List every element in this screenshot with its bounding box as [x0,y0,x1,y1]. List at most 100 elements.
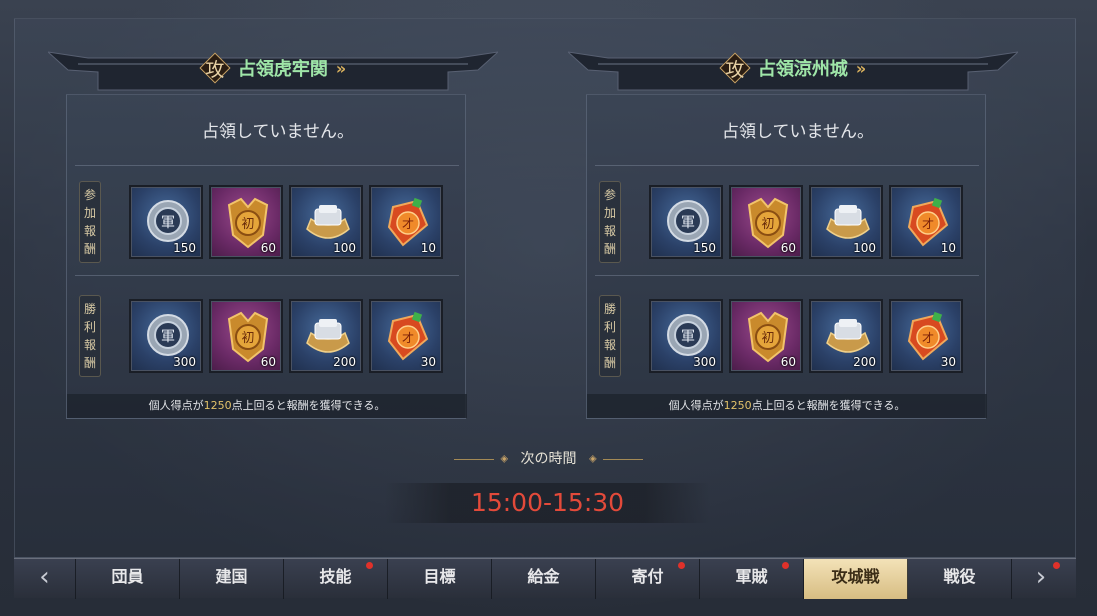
label-char: 勝 [83,302,96,316]
reward-item[interactable]: 才 30 [889,299,963,373]
reward-item[interactable]: 才 30 [369,299,443,373]
item-quantity: 30 [940,355,956,369]
tab-item[interactable]: 戦役 [908,559,1012,599]
label-char: 酬 [83,356,96,370]
label-char: 加 [83,206,96,220]
label-char: 酬 [83,242,96,256]
item-quantity: 60 [780,355,796,369]
item-quantity: 100 [333,241,356,255]
double-chevron-right-icon: » [855,58,867,78]
label-char: 利 [603,320,616,334]
panel-title[interactable]: 攻占領虎牢関 » [48,50,498,86]
tab-item[interactable]: 団員 [76,559,180,599]
double-chevron-right-icon: » [335,58,347,78]
tab-next-button[interactable]: › [1012,559,1070,599]
reward-item[interactable]: 才 10 [889,185,963,259]
reward-item[interactable]: 200 [809,299,883,373]
item-quantity: 10 [420,241,436,255]
item-quantity: 200 [333,355,356,369]
tab-item[interactable]: 建国 [180,559,284,599]
tab-prev-button[interactable]: ‹ [14,559,76,599]
item-quantity: 200 [853,355,876,369]
svg-text:初: 初 [241,331,254,346]
reward-condition-note: 個人得点が1250点上回ると報酬を獲得できる。 [67,394,467,418]
tab-label: 攻城戦 [831,567,880,586]
label-char: 利 [83,320,96,334]
attack-badge-icon: 攻 [199,52,231,84]
reward-item[interactable]: 初 60 [729,299,803,373]
reward-item[interactable]: 200 [289,299,363,373]
label-char: 報 [83,338,96,352]
reward-item[interactable]: 才 10 [369,185,443,259]
bottom-tab-bar: ‹ 団員 建国 技能 目標 給金 寄付 軍賊 攻城戦 戦役 › [14,558,1076,599]
item-quantity: 60 [260,241,276,255]
next-time-header: ◈ 次の時間 ◈ [0,448,1097,468]
panel-body: 占領していません。参加報酬軍 150 初 60 100 才 10 勝利報酬軍 300 初 60 200… [66,94,467,419]
occupation-status: 占領していません。 [202,122,354,142]
svg-text:軍: 軍 [681,215,695,231]
reward-item[interactable]: 初 60 [729,185,803,259]
label-char: 参 [83,188,96,202]
castle-name: 占領虎牢関 [237,59,328,80]
divider [595,275,979,276]
reward-row-label: 参加報酬 [79,181,101,263]
svg-text:軍: 軍 [161,329,175,345]
reward-item[interactable]: 100 [809,185,883,259]
occupation-status: 占領していません。 [722,122,874,142]
tab-label: 目標 [423,567,456,586]
label-char: 報 [83,224,96,238]
svg-text:軍: 軍 [161,215,175,231]
reward-item[interactable]: 軍 150 [649,185,723,259]
reward-item[interactable]: 初 60 [209,185,283,259]
reward-item[interactable]: 初 60 [209,299,283,373]
item-quantity: 300 [173,355,196,369]
svg-text:才: 才 [922,331,934,345]
panel-body: 占領していません。参加報酬軍 150 初 60 100 才 10 勝利報酬軍 300 初 60 200… [586,94,987,419]
svg-text:才: 才 [922,217,934,231]
notification-dot [678,562,685,569]
war-panel: 攻占領虎牢関» 占領していません。参加報酬軍 150 初 60 100 才 10 勝利報酬軍 30… [48,40,498,425]
tab-item[interactable]: 技能 [284,559,388,599]
label-char: 参 [603,188,616,202]
label-char: 報 [603,224,616,238]
item-quantity: 60 [260,355,276,369]
tab-label: 戦役 [943,567,976,586]
chevron-right-icon: › [1035,562,1047,592]
notification-dot [782,562,789,569]
tab-item[interactable]: 寄付 [596,559,700,599]
notification-dot [1053,562,1060,569]
tab-label: 寄付 [631,567,664,586]
tab-label: 団員 [111,567,144,586]
svg-text:初: 初 [761,331,774,346]
svg-text:才: 才 [402,217,414,231]
reward-item[interactable]: 軍 300 [129,299,203,373]
tab-label: 軍賊 [735,567,768,586]
reward-item[interactable]: 100 [289,185,363,259]
label-char: 報 [603,338,616,352]
item-quantity: 30 [420,355,436,369]
label-char: 酬 [603,242,616,256]
label-char: 勝 [603,302,616,316]
divider [75,165,459,166]
divider [595,165,979,166]
score-threshold: 1250 [723,399,752,412]
tab-item[interactable]: 給金 [492,559,596,599]
reward-item[interactable]: 軍 150 [129,185,203,259]
tab-item[interactable]: 目標 [388,559,492,599]
reward-condition-note: 個人得点が1250点上回ると報酬を獲得できる。 [587,394,987,418]
reward-row-label: 参加報酬 [599,181,621,263]
item-quantity: 100 [853,241,876,255]
notification-dot [366,562,373,569]
tab-item[interactable]: 攻城戦 [804,559,908,599]
svg-text:初: 初 [761,217,774,232]
item-quantity: 10 [940,241,956,255]
war-panel: 攻占領涼州城» 占領していません。参加報酬軍 150 初 60 100 才 10 勝利報酬軍 30… [568,40,1018,425]
panel-title[interactable]: 攻占領涼州城 » [568,50,1018,86]
item-quantity: 150 [693,241,716,255]
reward-row-label: 勝利報酬 [599,295,621,377]
item-quantity: 300 [693,355,716,369]
reward-item[interactable]: 軍 300 [649,299,723,373]
next-time-label: 次の時間 [520,451,577,467]
castle-name: 占領涼州城 [757,59,848,80]
tab-item[interactable]: 軍賊 [700,559,804,599]
